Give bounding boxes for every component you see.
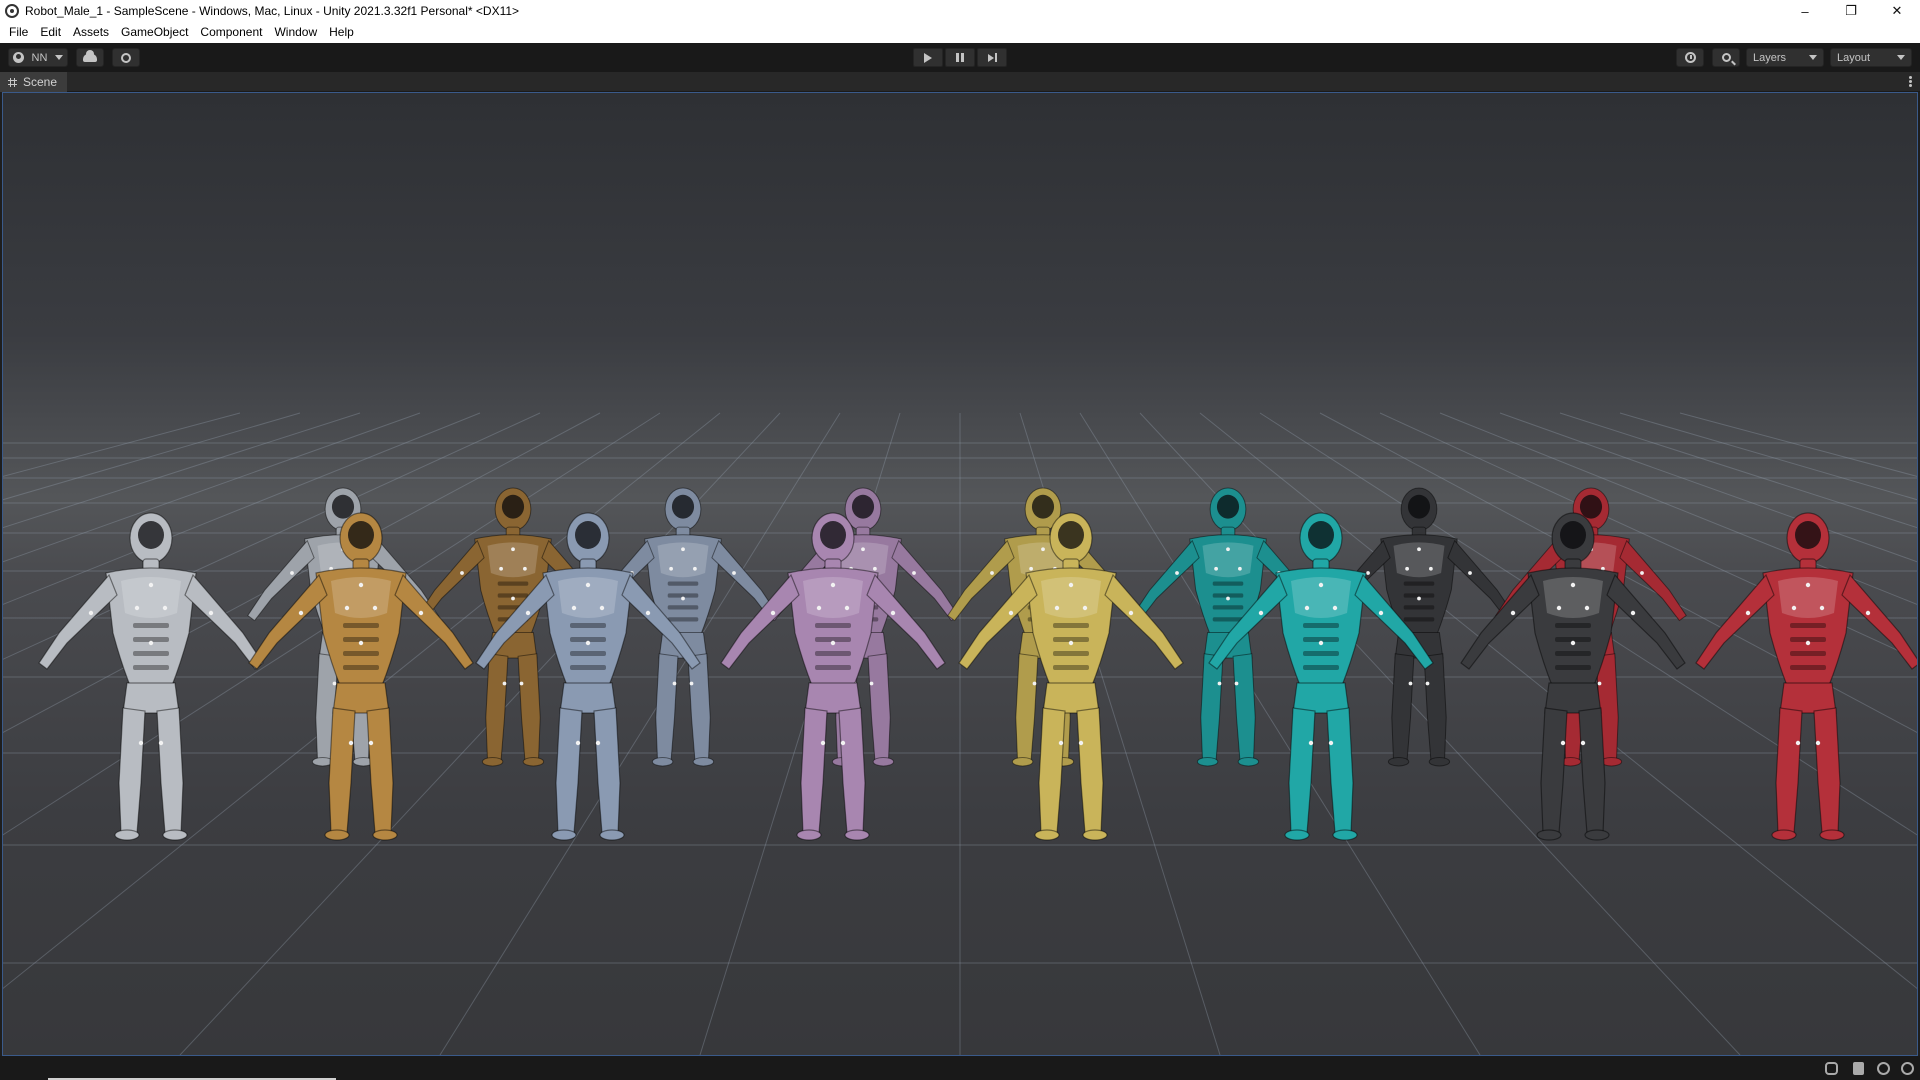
menu-edit[interactable]: Edit: [34, 22, 67, 43]
menu-component[interactable]: Component: [194, 22, 268, 43]
chevron-down-icon: [1809, 55, 1817, 60]
unity-logo-icon: [5, 4, 19, 18]
robot-lineup: [38, 487, 1917, 841]
more-options-icon[interactable]: [1909, 76, 1912, 88]
pause-button[interactable]: [945, 48, 975, 67]
chevron-down-icon: [54, 55, 63, 60]
menu-help[interactable]: Help: [323, 22, 360, 43]
collab-icon: [121, 52, 131, 63]
account-dropdown[interactable]: NN: [8, 48, 68, 67]
account-icon: [13, 52, 24, 63]
menu-file[interactable]: File: [3, 22, 34, 43]
layout-label: Layout: [1837, 51, 1871, 64]
menu-gameobject[interactable]: GameObject: [115, 22, 194, 43]
search-button[interactable]: [1712, 48, 1740, 67]
menu-window[interactable]: Window: [268, 22, 323, 43]
history-icon: [1684, 52, 1696, 63]
main-toolbar: NN Layers Layout: [0, 43, 1920, 72]
chevron-down-icon: [1897, 55, 1905, 60]
minimize-button[interactable]: –: [1782, 0, 1828, 22]
grid-icon: [8, 77, 17, 87]
title-bar: Robot_Male_1 - SampleScene - Windows, Ma…: [0, 0, 1920, 22]
search-icon: [1721, 53, 1731, 62]
tab-scene[interactable]: Scene: [0, 72, 68, 92]
playmode-controls: [913, 48, 1007, 67]
status-bar: [0, 1056, 1920, 1080]
layers-label: Layers: [1753, 51, 1787, 64]
ground-grid: [3, 412, 1917, 1055]
debug-icon[interactable]: [1825, 1062, 1838, 1075]
scene-canvas[interactable]: [3, 93, 1917, 1055]
play-icon: [924, 52, 932, 63]
menu-assets[interactable]: Assets: [67, 22, 115, 43]
cloud-button[interactable]: [76, 48, 104, 67]
step-button[interactable]: [977, 48, 1007, 67]
close-button[interactable]: ✕: [1874, 0, 1920, 22]
collab-button[interactable]: [112, 48, 140, 67]
scene-tab-bar: Scene: [0, 72, 1920, 92]
pause-icon: [956, 53, 964, 62]
database-icon[interactable]: [1853, 1062, 1864, 1075]
layers-dropdown[interactable]: Layers: [1746, 48, 1824, 67]
account-label: NN: [31, 51, 48, 64]
cloud-icon: [83, 49, 97, 62]
step-icon: [987, 53, 997, 62]
play-button[interactable]: [913, 48, 943, 67]
check-icon[interactable]: [1901, 1062, 1914, 1075]
restore-button[interactable]: ❐: [1828, 0, 1874, 22]
tab-scene-label: Scene: [23, 75, 58, 89]
window-title: Robot_Male_1 - SampleScene - Windows, Ma…: [25, 4, 520, 18]
undo-history-button[interactable]: [1676, 48, 1704, 67]
layout-dropdown[interactable]: Layout: [1830, 48, 1912, 67]
menu-bar: File Edit Assets GameObject Component Wi…: [0, 22, 1920, 43]
target-icon[interactable]: [1877, 1062, 1890, 1075]
scene-viewport[interactable]: [2, 92, 1918, 1056]
